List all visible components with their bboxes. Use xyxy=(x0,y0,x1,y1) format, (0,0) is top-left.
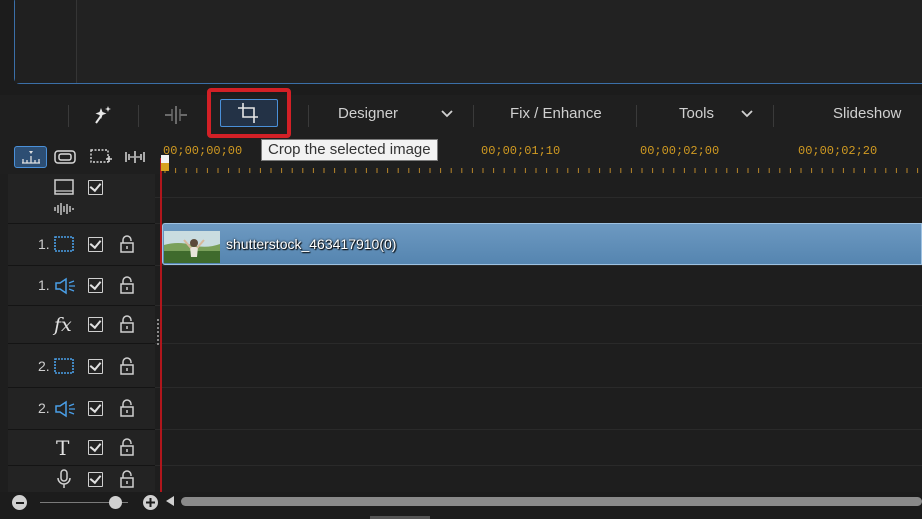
toolbar-separator xyxy=(773,105,774,127)
crop-tooltip: Crop the selected image xyxy=(261,139,438,161)
video-track-icon xyxy=(54,236,74,252)
track-number: 1. xyxy=(38,277,50,293)
track-enable-checkbox[interactable] xyxy=(88,278,103,293)
track-header-audio-2: 2. xyxy=(8,388,155,430)
track-headers: 1. 1. fx 2. 2. T xyxy=(8,174,155,492)
track-header-audio-1: 1. xyxy=(8,266,155,306)
storyboard-mode-icon[interactable] xyxy=(52,146,78,168)
tools-menu[interactable]: Tools xyxy=(679,105,714,122)
track-enable-checkbox[interactable] xyxy=(88,180,103,195)
microphone-icon xyxy=(57,469,71,488)
toolbar-separator xyxy=(68,105,69,127)
toolbar-separator xyxy=(473,105,474,127)
preview-area xyxy=(0,0,922,95)
track-header-video-2: 2. xyxy=(8,344,155,388)
edit-toolbar: Designer Fix / Enhance Tools Slideshow xyxy=(0,88,922,140)
slideshow-button[interactable]: Slideshow xyxy=(833,105,901,122)
audio-waveform-icon xyxy=(54,203,74,215)
timeline-mode-icon[interactable] xyxy=(14,146,47,168)
timeline-header-controls xyxy=(0,140,160,174)
track-enable-checkbox[interactable] xyxy=(88,440,103,455)
title-icon: T xyxy=(56,436,70,460)
timeline-row-audio-2[interactable] xyxy=(155,388,922,430)
playhead-handle[interactable] xyxy=(161,155,171,171)
magic-wand-icon[interactable] xyxy=(90,103,116,127)
scroll-left-arrow-icon[interactable] xyxy=(166,496,174,506)
video-track-icon xyxy=(54,179,74,195)
toolbar-separator xyxy=(636,105,637,127)
lock-icon[interactable] xyxy=(119,438,135,456)
lock-icon[interactable] xyxy=(119,235,135,253)
track-enable-checkbox[interactable] xyxy=(88,317,103,332)
clip-name: shutterstock_463417910(0) xyxy=(226,236,397,252)
designer-menu[interactable]: Designer xyxy=(338,105,398,122)
chevron-down-icon[interactable] xyxy=(440,107,454,121)
playhead-line xyxy=(160,158,162,492)
toolbar-separator xyxy=(138,105,139,127)
timeline-horizontal-scrollbar[interactable] xyxy=(181,497,922,506)
track-enable-checkbox[interactable] xyxy=(88,359,103,374)
zoom-slider-thumb[interactable] xyxy=(109,496,122,509)
timeline-row-video-2[interactable] xyxy=(155,344,922,388)
lock-icon[interactable] xyxy=(119,357,135,375)
timeline-row-title[interactable] xyxy=(155,430,922,466)
audio-mix-icon[interactable] xyxy=(122,146,148,168)
track-resize-handle[interactable] xyxy=(157,319,159,345)
timeline-footer xyxy=(0,492,922,519)
speaker-icon xyxy=(55,277,75,295)
ruler-ticks xyxy=(164,168,919,173)
lock-icon[interactable] xyxy=(119,470,135,488)
track-header-voice xyxy=(8,466,155,492)
zoom-out-button[interactable] xyxy=(12,495,27,510)
add-screen-icon[interactable] xyxy=(89,146,115,168)
toolbar-separator xyxy=(308,105,309,127)
track-number: 2. xyxy=(38,358,50,374)
track-enable-checkbox[interactable] xyxy=(88,401,103,416)
timeline-row-voice[interactable] xyxy=(155,466,922,492)
zoom-in-button[interactable] xyxy=(143,495,158,510)
track-number: 2. xyxy=(38,400,50,416)
video-track-icon xyxy=(54,358,74,374)
fix-enhance-button[interactable]: Fix / Enhance xyxy=(510,105,602,122)
track-header-master xyxy=(8,174,155,224)
preview-panel[interactable] xyxy=(14,0,922,84)
lock-icon[interactable] xyxy=(119,399,135,417)
timecode-label: 00;00;01;10 xyxy=(481,144,561,158)
speaker-icon xyxy=(55,400,75,418)
timeline-clip[interactable]: shutterstock_463417910(0) xyxy=(162,223,922,265)
timeline-row-master-video[interactable] xyxy=(155,174,922,198)
track-header-title: T xyxy=(8,430,155,466)
plus-icon xyxy=(146,498,155,507)
track-header-effect: fx xyxy=(8,306,155,344)
preview-thumbnail-slot xyxy=(15,0,77,83)
lock-icon[interactable] xyxy=(119,276,135,294)
crop-button[interactable] xyxy=(220,99,278,127)
timecode-label: 00;00;00;00 xyxy=(163,144,243,158)
timeline-row-audio-1[interactable] xyxy=(155,266,922,306)
track-enable-checkbox[interactable] xyxy=(88,237,103,252)
fx-icon: fx xyxy=(54,314,72,336)
timeline-row-master-audio[interactable] xyxy=(155,198,922,224)
split-icon[interactable] xyxy=(163,103,189,127)
lock-icon[interactable] xyxy=(119,315,135,333)
track-header-video-1: 1. xyxy=(8,224,155,266)
chevron-down-icon[interactable] xyxy=(740,107,754,121)
minus-icon xyxy=(15,501,24,504)
timeline-row-effect[interactable] xyxy=(155,306,922,344)
track-enable-checkbox[interactable] xyxy=(88,472,103,487)
timecode-label: 00;00;02;00 xyxy=(640,144,720,158)
crop-icon xyxy=(238,103,258,123)
clip-thumbnail xyxy=(164,231,220,263)
timecode-label: 00;00;02;20 xyxy=(798,144,878,158)
track-number: 1. xyxy=(38,236,50,252)
timeline-tracks[interactable] xyxy=(155,174,922,492)
